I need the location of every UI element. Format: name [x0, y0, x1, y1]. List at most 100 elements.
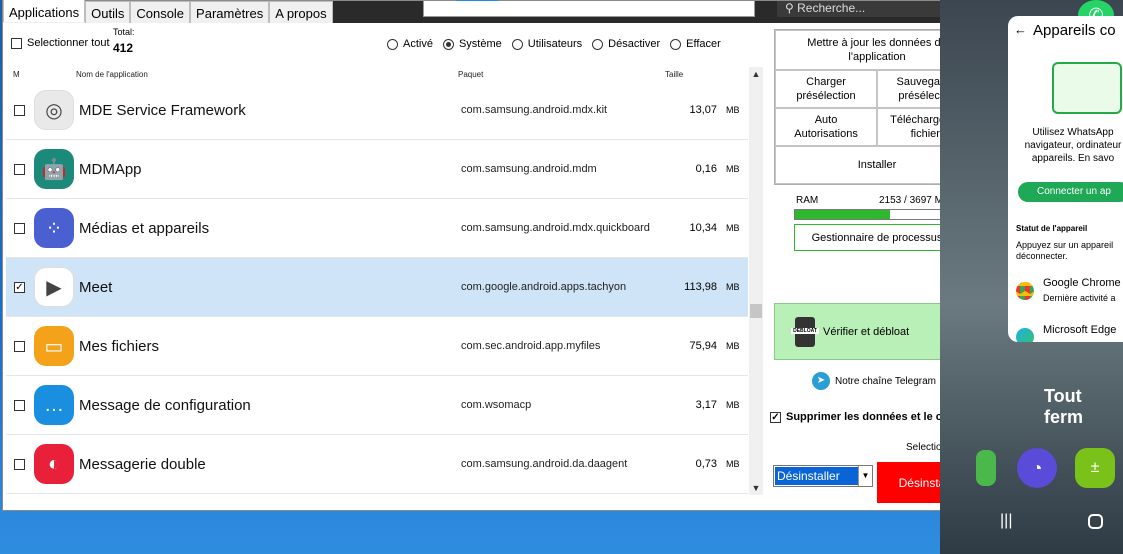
app-size-unit: MB	[726, 400, 740, 410]
edge-label[interactable]: Microsoft Edge	[1043, 324, 1116, 336]
column-m[interactable]: M	[13, 70, 20, 79]
clock-app-icon[interactable]: ◔	[1017, 448, 1057, 488]
column-name[interactable]: Nom de l'application	[76, 70, 148, 79]
filter-group: Activé Système Utilisateurs Désactiver E…	[387, 38, 721, 50]
radio-active[interactable]	[387, 38, 398, 50]
ram-bar-fill	[795, 210, 891, 219]
connect-device-button[interactable]: Connecter un ap	[1018, 182, 1123, 202]
tab-parametres[interactable]: Paramètres	[190, 1, 270, 23]
tab-outils[interactable]: Outils	[85, 1, 131, 23]
action-dropdown[interactable]: Désinstaller ▼	[773, 465, 873, 487]
app-size: 75,94	[689, 340, 717, 352]
calculator-app-icon[interactable]: ±	[1075, 448, 1115, 488]
app-list: ◎ MDE Service Framework com.samsung.androi…	[6, 81, 748, 495]
folder-icon: ▭	[34, 326, 74, 366]
app-size: 0,73	[695, 458, 717, 470]
filter-clear[interactable]: Effacer	[670, 38, 721, 50]
total-label: Total:	[113, 27, 135, 37]
app-size-unit: MB	[726, 105, 740, 115]
app-package: com.google.android.apps.tachyon	[461, 281, 627, 293]
filter-active[interactable]: Activé	[387, 38, 433, 50]
chrome-label[interactable]: Google Chrome	[1043, 277, 1121, 289]
app-name: Message de configuration	[79, 397, 251, 414]
list-scrollbar[interactable]: ▲ ▼	[749, 67, 763, 495]
app-name: Mes fichiers	[79, 338, 160, 355]
tab-a-propos[interactable]: A propos	[269, 1, 333, 23]
chevron-down-icon[interactable]: ▼	[858, 466, 872, 486]
device-status-text: Appuyez sur un appareil déconnecter.	[1016, 240, 1114, 261]
filter-users-label: Utilisateurs	[527, 38, 583, 50]
app-size: 10,34	[689, 222, 717, 234]
column-package[interactable]: Paquet	[458, 70, 483, 79]
app-size-unit: MB	[726, 459, 740, 469]
app-size: 3,17	[695, 399, 717, 411]
row-checkbox[interactable]	[14, 105, 25, 116]
phone-app-card[interactable]: ← Appareils co Utilisez WhatsApp navigat…	[1008, 16, 1123, 342]
scroll-thumb[interactable]	[750, 304, 762, 318]
row-checkbox[interactable]	[14, 164, 25, 175]
row-checkbox[interactable]: ✓	[14, 282, 25, 293]
desktop-background	[0, 511, 940, 554]
row-checkbox[interactable]	[14, 223, 25, 234]
app-size-unit: MB	[726, 341, 740, 351]
row-checkbox[interactable]	[14, 400, 25, 411]
search-placeholder: Recherche...	[797, 1, 866, 15]
radio-clear[interactable]	[670, 38, 682, 50]
delete-data-checkbox[interactable]: ✓	[770, 411, 781, 423]
tab-bar: Applications Outils Console Paramètres A…	[3, 0, 333, 23]
media-devices-icon: ⁘	[34, 208, 74, 248]
table-row[interactable]: ◐ Messagerie double com.samsung.android.da…	[6, 435, 748, 494]
edge-icon	[1016, 328, 1034, 342]
app-size: 0,16	[695, 163, 717, 175]
android-icon: 🤖	[34, 149, 74, 189]
scroll-up-icon[interactable]: ▲	[749, 69, 763, 79]
close-all-label[interactable]: Tout ferm	[1044, 386, 1123, 428]
select-all[interactable]: Selectionner tout	[11, 37, 110, 49]
home-icon[interactable]	[1088, 514, 1103, 529]
filter-active-label: Activé	[403, 38, 433, 50]
verify-debloat-label: Vérifier et débloat	[823, 325, 910, 338]
app-size-unit: MB	[726, 223, 740, 233]
select-all-checkbox[interactable]	[11, 37, 22, 49]
filter-users[interactable]: Utilisateurs	[511, 38, 583, 50]
scroll-down-icon[interactable]: ▼	[749, 483, 763, 493]
card-title: Appareils co	[1033, 22, 1116, 39]
row-checkbox[interactable]	[14, 341, 25, 352]
tab-console[interactable]: Console	[130, 1, 191, 23]
app-package: com.wsomacp	[461, 399, 532, 411]
card-text: Utilisez WhatsApp navigateur, ordinateur…	[1024, 127, 1122, 164]
devices-illustration-icon	[1052, 62, 1122, 114]
table-row[interactable]: ✓ ▶ Meet com.google.android.apps.tachyon 113…	[6, 258, 748, 317]
telegram-link[interactable]: ➤ Notre chaîne Telegram	[812, 372, 936, 390]
row-checkbox[interactable]	[14, 459, 25, 470]
radio-users[interactable]	[511, 38, 523, 50]
filter-clear-label: Effacer	[686, 38, 721, 50]
select-all-label: Selectionner tout	[27, 37, 110, 49]
filter-disable[interactable]: Désactiver	[592, 38, 660, 50]
process-manager-button[interactable]: Gestionnaire de processus	[794, 224, 960, 251]
app-size-unit: MB	[726, 164, 740, 174]
filter-system[interactable]: Système	[442, 38, 502, 50]
dual-messenger-icon: ◐	[34, 444, 74, 484]
tab-applications[interactable]: Applications	[3, 0, 86, 22]
table-row[interactable]: 🤖 MDMApp com.samsung.android.mdm 0,16 MB	[6, 140, 748, 199]
table-row[interactable]: ▭ Mes fichiers com.sec.android.app.myfiles…	[6, 317, 748, 376]
app-icon-partial[interactable]	[976, 450, 996, 486]
load-preset-button[interactable]: Charger présélection	[775, 70, 878, 108]
auto-permissions-button[interactable]: Auto Autorisations	[775, 108, 878, 146]
meet-icon: ▶	[34, 267, 74, 307]
delete-data-option[interactable]: ✓ Supprimer les données et le cache	[770, 411, 967, 423]
app-size: 13,07	[689, 104, 717, 116]
app-name: MDE Service Framework	[79, 102, 246, 119]
back-arrow-icon[interactable]: ←	[1014, 22, 1027, 37]
recents-icon[interactable]: |||	[1000, 512, 1012, 530]
column-size[interactable]: Taille	[665, 70, 683, 79]
radio-system[interactable]	[442, 38, 454, 50]
total-value: 412	[113, 41, 134, 55]
radio-disable[interactable]	[592, 38, 604, 50]
table-row[interactable]: ⁘ Médias et appareils com.samsung.android.…	[6, 199, 748, 258]
table-row[interactable]: … Message de configuration com.wsomacp 3,17…	[6, 376, 748, 435]
chrome-sublabel: Dernière activité a	[1043, 293, 1116, 303]
app-name: Médias et appareils	[79, 220, 210, 237]
table-row[interactable]: ◎ MDE Service Framework com.samsung.androi…	[6, 81, 748, 140]
